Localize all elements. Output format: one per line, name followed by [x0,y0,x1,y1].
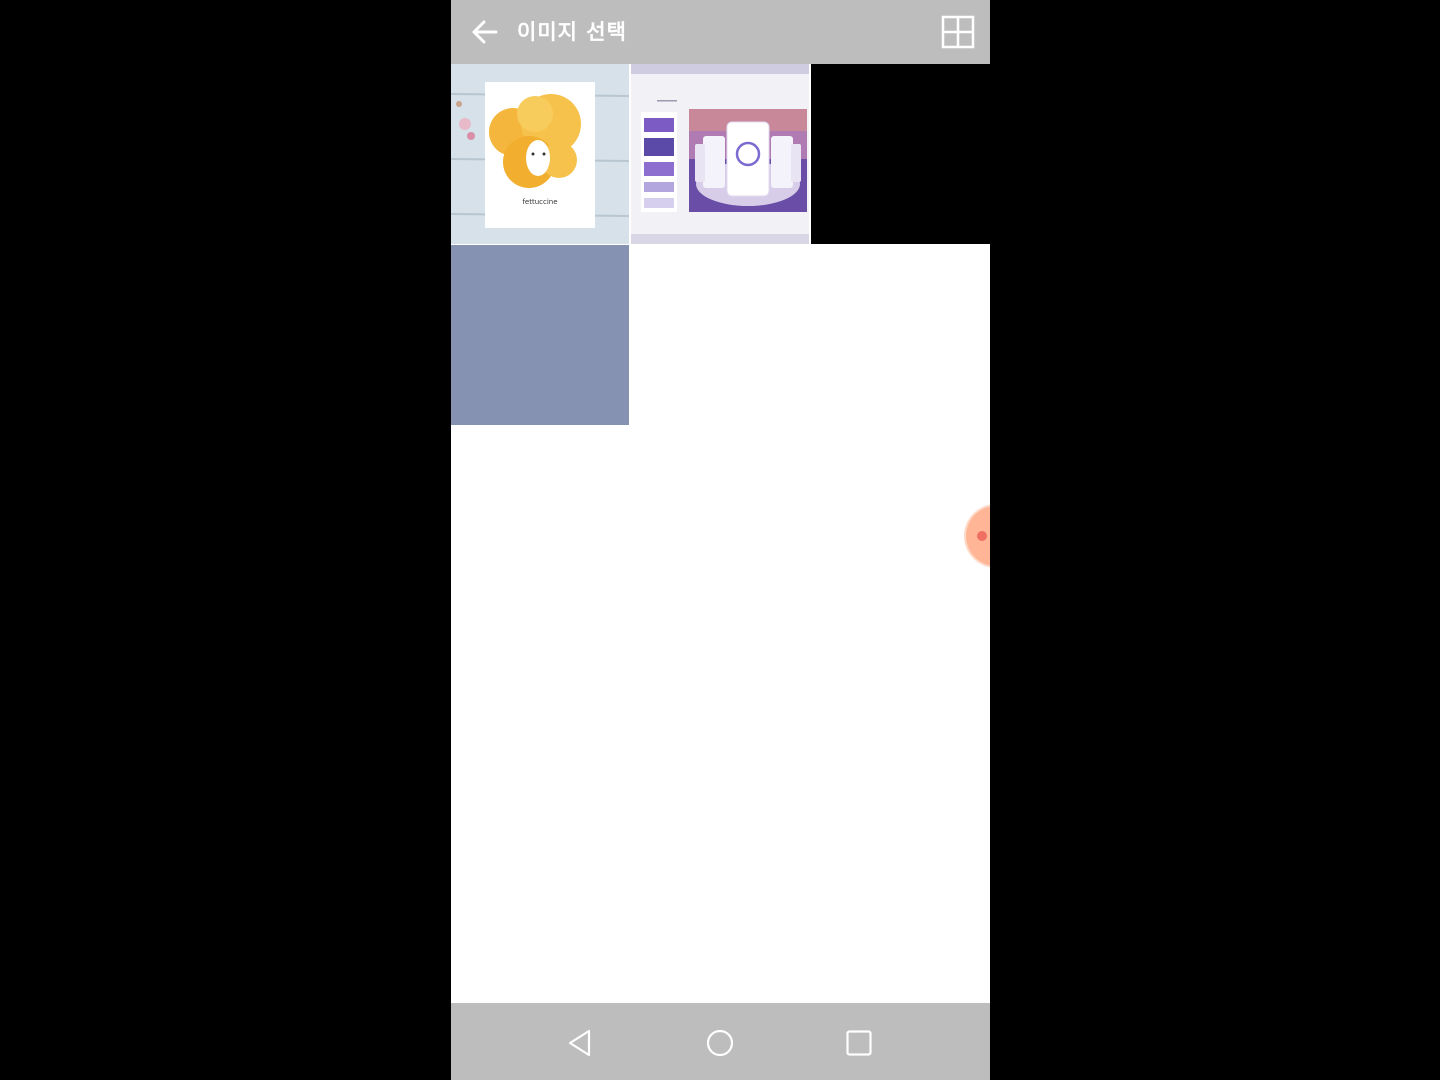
nav-back-triangle-icon [568,1029,591,1057]
arrow-left-icon [472,20,498,44]
floating-bubble-button[interactable] [966,506,990,566]
grid-empty-area [811,64,990,244]
phone-screen: 이미지 선택 fettuccine [451,0,990,1080]
grid-layout-icon [941,15,975,49]
gallery-thumb-app-mockup[interactable] [631,64,809,244]
gallery-thumb-solid-color[interactable] [451,245,629,425]
app-mockup-image [631,64,809,244]
poster-caption: fettuccine [522,198,557,206]
nav-back-button[interactable] [560,1023,600,1063]
nav-recents-square-icon [846,1030,872,1056]
nav-home-button[interactable] [700,1023,740,1063]
app-bar: 이미지 선택 [451,0,990,64]
floating-bubble-icon [977,531,987,541]
nav-home-circle-icon [706,1029,734,1057]
system-navigation-bar [451,1003,990,1080]
fettuccine-poster-image: fettuccine [451,64,629,244]
nav-recents-button[interactable] [839,1023,879,1063]
gallery-thumb-fettuccine[interactable]: fettuccine [451,64,629,244]
page-title: 이미지 선택 [517,20,627,44]
back-button[interactable] [465,12,505,52]
layout-button[interactable] [939,13,977,51]
